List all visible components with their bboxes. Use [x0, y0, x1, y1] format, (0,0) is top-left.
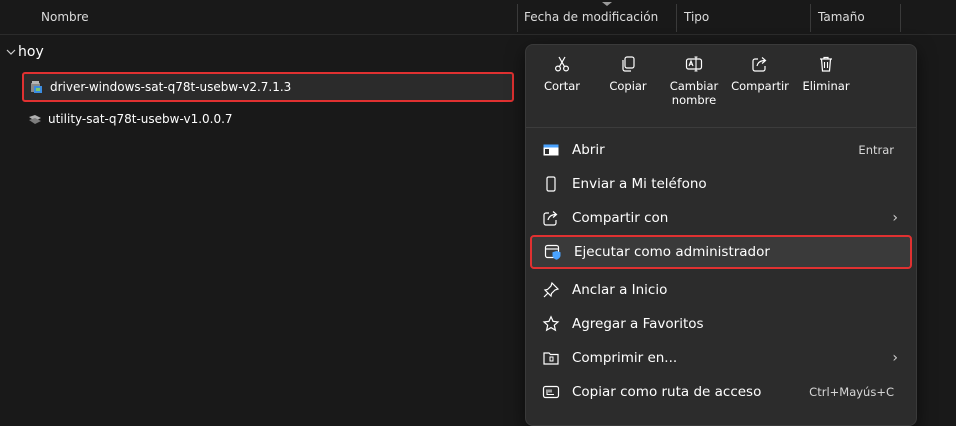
chevron-right-icon: › — [892, 210, 898, 226]
menu-item-label: Ejecutar como administrador — [574, 244, 770, 260]
context-menu-toolbar: Cortar Copiar Cambiar nombre Compartir E… — [526, 45, 916, 128]
group-header-today[interactable]: hoy — [6, 44, 44, 60]
scissors-icon — [554, 56, 570, 72]
file-row-utility[interactable]: utility-sat-q78t-usebw-v1.0.0.7 — [22, 104, 514, 134]
share-icon — [543, 211, 558, 226]
menu-item-share-with[interactable]: Compartir con › — [530, 201, 912, 235]
file-row-driver[interactable]: driver-windows-sat-q78t-usebw-v2.7.1.3 — [22, 72, 514, 102]
context-menu: Cortar Copiar Cambiar nombre Compartir E… — [525, 44, 917, 426]
menu-item-label: Copiar como ruta de acceso — [572, 384, 762, 400]
trash-icon — [820, 56, 832, 72]
delete-button[interactable]: Eliminar — [796, 53, 856, 121]
rename-label: Cambiar nombre — [669, 79, 719, 107]
column-header-size[interactable]: Tamaño — [818, 10, 865, 24]
chevron-down-icon — [6, 44, 16, 60]
admin-shield-icon — [544, 244, 561, 260]
column-header-modified[interactable]: Fecha de modificación — [524, 10, 658, 24]
chevron-right-icon: › — [892, 350, 898, 366]
menu-item-pin-to-start[interactable]: Anclar a Inicio — [530, 273, 912, 307]
share-button[interactable]: Compartir — [730, 53, 790, 121]
menu-item-label: Compartir con — [572, 210, 669, 226]
column-divider[interactable] — [810, 4, 811, 32]
column-header-bar: Nombre Fecha de modificación Tipo Tamaño — [0, 0, 956, 35]
shortcut-hint: Entrar — [858, 143, 894, 157]
copy-label: Copiar — [609, 79, 647, 93]
shortcut-hint: Ctrl+Mayús+C — [809, 385, 894, 399]
star-icon — [542, 315, 560, 332]
installer-icon — [29, 115, 41, 124]
menu-item-label: Comprimir en... — [572, 350, 678, 366]
copy-path-icon — [542, 385, 560, 399]
share-label: Compartir — [731, 79, 789, 93]
cut-button[interactable]: Cortar — [532, 53, 592, 121]
share-icon — [752, 57, 767, 72]
column-header-name[interactable]: Nombre — [41, 10, 89, 24]
menu-item-label: Agregar a Favoritos — [572, 316, 704, 332]
sort-indicator-icon — [602, 2, 612, 6]
menu-item-run-as-admin[interactable]: Ejecutar como administrador — [530, 235, 912, 269]
cut-label: Cortar — [543, 79, 581, 93]
pin-icon — [543, 281, 560, 298]
menu-item-copy-as-path[interactable]: Copiar como ruta de acceso Ctrl+Mayús+C — [530, 375, 912, 409]
column-divider[interactable] — [676, 4, 677, 32]
installer-icon — [31, 81, 42, 93]
menu-item-label: Abrir — [572, 142, 605, 158]
column-divider[interactable] — [517, 4, 518, 32]
rename-button[interactable]: Cambiar nombre — [664, 53, 724, 121]
zip-icon — [543, 352, 559, 365]
delete-label: Eliminar — [802, 79, 850, 93]
column-divider[interactable] — [900, 4, 901, 32]
group-label: hoy — [18, 44, 44, 60]
file-name: utility-sat-q78t-usebw-v1.0.0.7 — [48, 112, 233, 126]
menu-item-open[interactable]: Abrir Entrar — [530, 133, 912, 167]
phone-icon — [546, 176, 556, 192]
copy-button[interactable]: Copiar — [598, 53, 658, 121]
file-name: driver-windows-sat-q78t-usebw-v2.7.1.3 — [50, 80, 292, 94]
menu-item-add-to-favorites[interactable]: Agregar a Favoritos — [530, 307, 912, 341]
column-header-type[interactable]: Tipo — [684, 10, 709, 24]
open-icon — [543, 144, 559, 156]
copy-icon — [622, 56, 635, 72]
menu-item-label: Anclar a Inicio — [572, 282, 668, 298]
menu-item-send-to-phone[interactable]: Enviar a Mi teléfono — [530, 167, 912, 201]
menu-item-compress[interactable]: Comprimir en... › — [530, 341, 912, 375]
rename-icon — [685, 56, 703, 72]
menu-item-label: Enviar a Mi teléfono — [572, 176, 707, 192]
